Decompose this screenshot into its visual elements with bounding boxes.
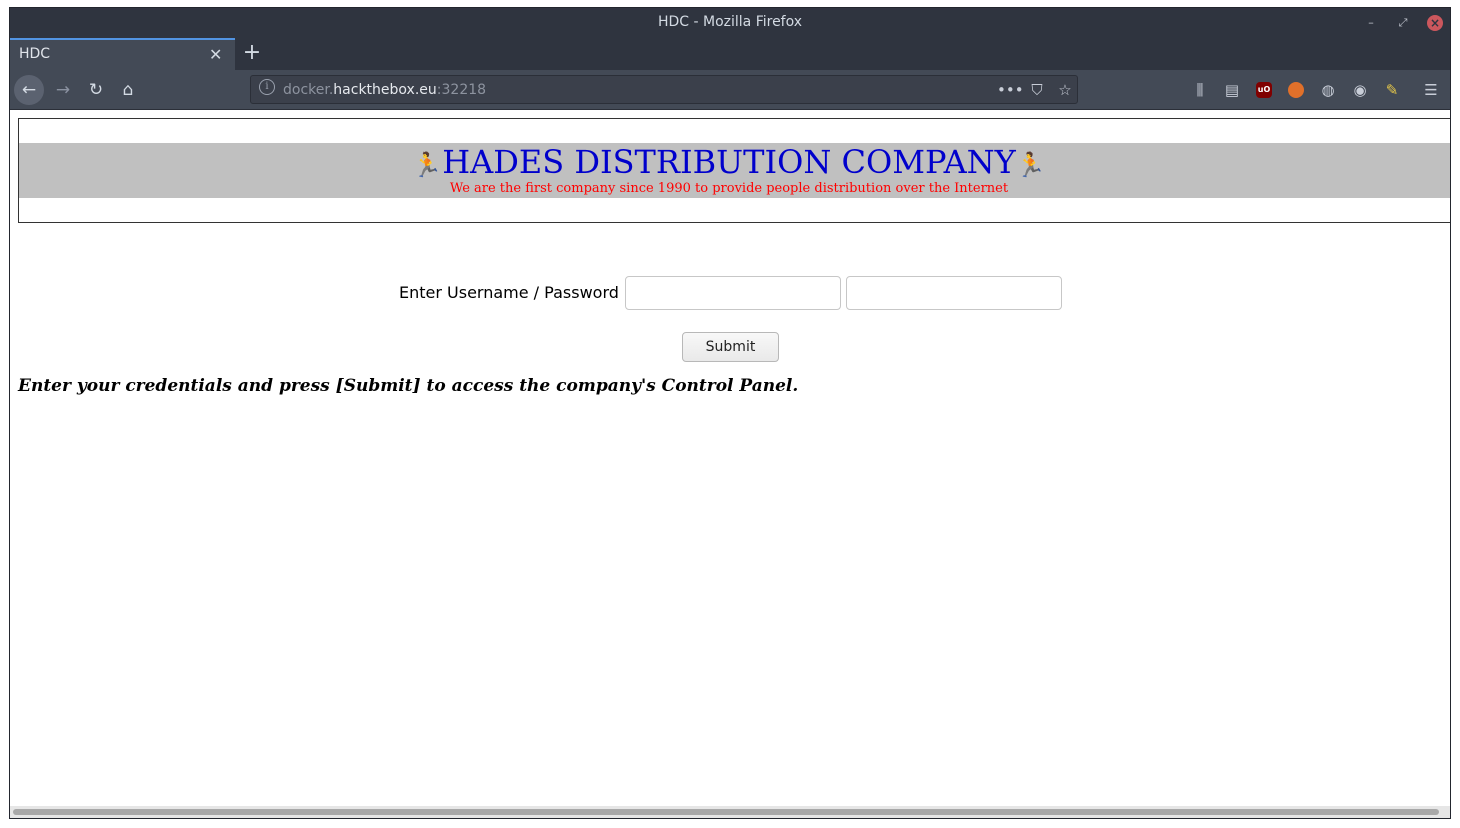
header-table: 🏃HADES DISTRIBUTION COMPANY🏃 We are the … bbox=[18, 118, 1450, 223]
palette-icon[interactable]: ◍ bbox=[1318, 80, 1338, 100]
tab-title: HDC bbox=[19, 46, 51, 62]
page-actions-icon[interactable]: ••• bbox=[997, 80, 1024, 100]
window-title: HDC - Mozilla Firefox bbox=[657, 14, 803, 30]
url-port: :32218 bbox=[436, 82, 487, 98]
login-label: Enter Username / Password bbox=[399, 283, 619, 302]
bookmark-star-icon[interactable]: ☆ bbox=[1055, 80, 1075, 100]
account-icon[interactable]: ◉ bbox=[1350, 80, 1370, 100]
runner-icon: 🏃 bbox=[1015, 151, 1046, 179]
home-icon: ⌂ bbox=[122, 80, 134, 100]
site-info-icon[interactable]: i bbox=[259, 79, 275, 95]
forward-button[interactable]: → bbox=[48, 75, 78, 105]
horizontal-scrollbar[interactable] bbox=[10, 806, 1450, 818]
back-button[interactable]: ← bbox=[14, 75, 44, 105]
home-button[interactable]: ⌂ bbox=[113, 75, 143, 105]
submit-button[interactable]: Submit bbox=[682, 332, 779, 362]
brush-icon[interactable]: ✎ bbox=[1382, 80, 1402, 100]
page-content: 🏃HADES DISTRIBUTION COMPANY🏃 We are the … bbox=[10, 110, 1450, 806]
forward-arrow-icon: → bbox=[55, 80, 71, 100]
url-bar[interactable]: i docker.hackthebox.eu:32218 ••• ⛉ ☆ bbox=[250, 75, 1078, 104]
company-banner: 🏃HADES DISTRIBUTION COMPANY🏃 We are the … bbox=[19, 143, 1450, 198]
title-bar: HDC - Mozilla Firefox – ⤢ × bbox=[10, 8, 1450, 38]
menu-icon[interactable]: ☰ bbox=[1421, 80, 1441, 100]
minimize-icon[interactable]: – bbox=[1363, 15, 1379, 31]
navigation-toolbar: ← → ↻ ⌂ i docker.hackthebox.eu:32218 •••… bbox=[10, 70, 1450, 110]
tab-hdc[interactable]: HDC ✕ bbox=[10, 38, 235, 70]
tab-bar: HDC ✕ + bbox=[10, 38, 1450, 70]
login-form: Enter Username / Password bbox=[10, 276, 1450, 310]
username-input[interactable] bbox=[625, 276, 841, 310]
url-host: hackthebox.eu bbox=[333, 82, 437, 98]
pocket-icon[interactable]: ⛉ bbox=[1027, 80, 1047, 100]
company-name-text: HADES DISTRIBUTION COMPANY bbox=[442, 143, 1016, 181]
ublock-icon[interactable]: uO bbox=[1256, 82, 1272, 98]
back-arrow-icon: ← bbox=[21, 80, 37, 100]
close-window-icon[interactable]: × bbox=[1427, 15, 1443, 31]
maximize-icon[interactable]: ⤢ bbox=[1395, 15, 1411, 31]
reload-icon: ↻ bbox=[88, 80, 104, 100]
close-tab-icon[interactable]: ✕ bbox=[209, 45, 222, 64]
reload-button[interactable]: ↻ bbox=[81, 75, 111, 105]
url-prefix: docker. bbox=[283, 82, 334, 98]
runner-icon: 🏃 bbox=[412, 151, 443, 179]
browser-window: HDC - Mozilla Firefox – ⤢ × HDC ✕ + ← → … bbox=[9, 7, 1451, 819]
sidebar-icon[interactable]: ▤ bbox=[1222, 80, 1242, 100]
new-tab-button[interactable]: + bbox=[240, 39, 264, 69]
company-slogan: We are the first company since 1990 to p… bbox=[449, 181, 1009, 196]
scrollbar-thumb[interactable] bbox=[13, 809, 1439, 815]
company-name: 🏃HADES DISTRIBUTION COMPANY🏃 bbox=[19, 143, 1439, 184]
library-icon[interactable]: ⫼ bbox=[1190, 80, 1210, 100]
url-text[interactable]: docker.hackthebox.eu:32218 bbox=[283, 82, 486, 98]
extension-icon[interactable] bbox=[1288, 82, 1304, 98]
password-input[interactable] bbox=[846, 276, 1062, 310]
instructions-text: Enter your credentials and press [Submit… bbox=[18, 376, 799, 396]
